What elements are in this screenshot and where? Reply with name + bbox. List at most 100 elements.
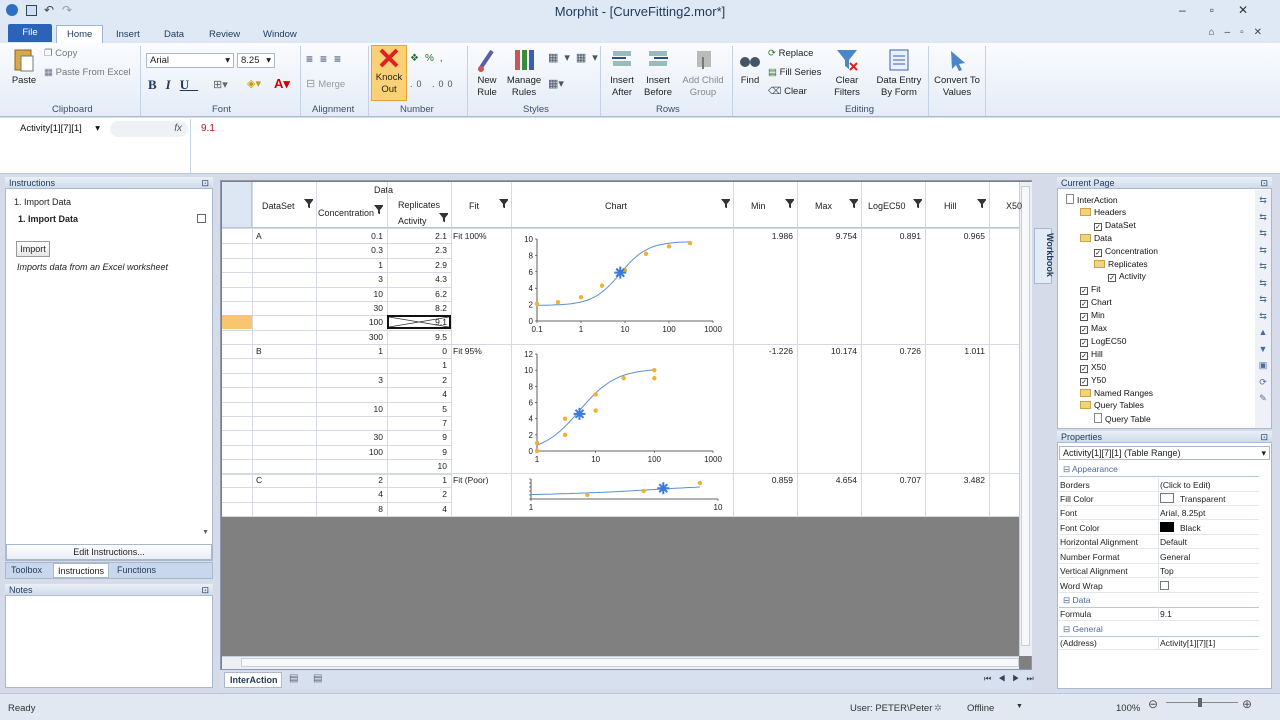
mode-dropdown-icon[interactable]: ▼ [1016, 703, 1023, 710]
zoom-slider-thumb[interactable] [1198, 698, 1202, 707]
word-wrap-checkbox[interactable] [1160, 581, 1169, 590]
sheet-nav-icons[interactable]: ⏮◀▶⏭ [984, 674, 1041, 684]
property-value[interactable]: Black [1180, 523, 1201, 533]
fit-curve [536, 369, 655, 446]
zoom-in-icon[interactable]: ⊕ [1242, 697, 1252, 711]
tree-item-label: Y50 [1091, 374, 1107, 385]
y-tick-label: 8 [529, 382, 534, 391]
tree-item[interactable]: ✓ Y50 [1080, 375, 1106, 386]
tree-item-label: Query Tables [1094, 400, 1144, 411]
ec50-marker [573, 407, 586, 420]
ec50-marker [657, 482, 670, 495]
page-icon [1066, 194, 1074, 204]
tree-item-label: Min [1091, 310, 1105, 321]
tree-item[interactable]: ✓ Concentration [1094, 246, 1158, 257]
tree-item-label: Activity [1119, 271, 1146, 282]
sheet-tab-bar [220, 671, 1032, 689]
data-point [562, 432, 568, 438]
fit-curve [536, 241, 691, 306]
collapse-icon[interactable]: ⊟ [1063, 464, 1072, 474]
property-value[interactable]: General [1160, 552, 1190, 562]
status-mode[interactable]: Offline [967, 703, 994, 714]
property-row[interactable]: Fill Color Transparent [1059, 492, 1259, 506]
new-sheet-icon[interactable]: ▤ [289, 673, 298, 684]
tree-item[interactable]: Headers [1080, 207, 1126, 217]
tree-item[interactable]: Replicates [1094, 259, 1148, 269]
status-user: User: PETER\Peter [850, 703, 933, 714]
divider [1158, 535, 1159, 548]
property-value[interactable]: 9.1 [1160, 609, 1172, 619]
x-tick-label: 10 [714, 503, 723, 512]
divider [1158, 492, 1159, 505]
property-row[interactable]: Formula 9.1 [1059, 607, 1259, 621]
tree-item[interactable]: Query Tables [1080, 400, 1144, 410]
page-toolbar-icons[interactable]: ⇆ ⇆ ⇆ ⇆ ⇆ ⇆ ⇆ ⇆ ▲ ▼ ▣ ⟳ ✎ [1257, 192, 1269, 407]
property-value[interactable]: Activity[1][7][1] [1160, 638, 1215, 648]
property-row[interactable]: (Address) Activity[1][7][1] [1059, 636, 1259, 650]
tree-item[interactable]: InterAction [1066, 194, 1118, 205]
selected-row-header[interactable] [222, 315, 252, 329]
zoom-slider[interactable] [1166, 702, 1238, 703]
property-row[interactable]: Vertical Alignment Top [1059, 564, 1259, 578]
tree-item[interactable]: ✓ Chart [1080, 297, 1112, 309]
property-value[interactable]: (Click to Edit) [1160, 480, 1211, 490]
tree-item[interactable]: ✓ Max [1080, 323, 1107, 334]
data-point [585, 492, 590, 498]
divider [1158, 636, 1159, 649]
y-tick-label: 6 [529, 268, 534, 277]
property-row[interactable]: Number Format General [1059, 550, 1259, 564]
tree-item[interactable]: ✓ Fit [1080, 284, 1101, 296]
checkbox-icon: ✓ [1094, 248, 1102, 257]
color-swatch [1160, 493, 1174, 503]
tree-item[interactable]: ✓ X50 [1080, 362, 1106, 373]
property-section[interactable]: ⊟ Appearance [1059, 464, 1259, 477]
tree-item[interactable]: ✓ Min [1080, 310, 1105, 322]
color-swatch [1160, 522, 1174, 532]
property-row[interactable]: Font Color Black [1059, 521, 1259, 535]
divider [1158, 521, 1159, 534]
zoom-out-icon[interactable]: ⊖ [1148, 697, 1158, 711]
tree-item[interactable]: Data [1080, 233, 1112, 243]
tree-item[interactable]: ✓ Activity [1108, 271, 1146, 283]
tree-item-label: Fit [1091, 284, 1101, 295]
tree-item[interactable]: ✓ DataSet [1094, 220, 1136, 231]
checkbox-icon: ✓ [1108, 274, 1116, 283]
data-point [599, 283, 605, 288]
divider [1158, 550, 1159, 563]
property-value[interactable]: Transparent [1180, 494, 1226, 504]
data-point [562, 416, 568, 421]
x-tick-label: 1 [579, 325, 584, 334]
section-label: Appearance [1072, 464, 1118, 474]
tree-item[interactable]: ✓ LogEC50 [1080, 336, 1126, 347]
fit-curve [531, 486, 700, 495]
x-tick-label: 1 [535, 455, 540, 464]
data-point [687, 240, 693, 246]
tree-item[interactable]: Named Ranges [1080, 388, 1153, 398]
property-row[interactable]: Word Wrap [1059, 579, 1259, 593]
y-tick-label: 4 [529, 415, 534, 424]
new-chart-sheet-icon[interactable]: ▤ [313, 673, 322, 684]
property-value[interactable]: Top [1160, 566, 1174, 576]
knockout-cross-icon [389, 317, 449, 327]
x-tick-label: 100 [648, 455, 662, 464]
tree-item[interactable]: Query Table [1094, 413, 1151, 424]
tree-item-label: Hill [1091, 348, 1103, 359]
divider [1158, 564, 1159, 577]
properties-object-select[interactable]: Activity[1][7][1] (Table Range) ▾ [1059, 446, 1270, 460]
property-name: Horizontal Alignment [1060, 537, 1138, 547]
data-point [578, 295, 584, 300]
tree-item-label: X50 [1091, 361, 1107, 372]
data-point [534, 301, 540, 306]
y-tick-label: 4 [529, 284, 534, 293]
property-value[interactable]: Default [1160, 537, 1187, 547]
sheet-tab-interaction[interactable]: InterAction [224, 672, 282, 688]
property-row[interactable]: Borders (Click to Edit) [1059, 478, 1259, 492]
property-value[interactable]: Arial, 8.25pt [1160, 508, 1205, 518]
data-point [593, 408, 598, 413]
property-name: Font [1060, 508, 1078, 518]
folder-icon [1080, 388, 1091, 397]
properties-header: Properties ⊡ [1057, 431, 1272, 443]
property-row[interactable]: Font Arial, 8.25pt [1059, 506, 1259, 520]
property-row[interactable]: Horizontal Alignment Default [1059, 535, 1259, 549]
tree-item[interactable]: ✓ Hill [1080, 349, 1103, 360]
